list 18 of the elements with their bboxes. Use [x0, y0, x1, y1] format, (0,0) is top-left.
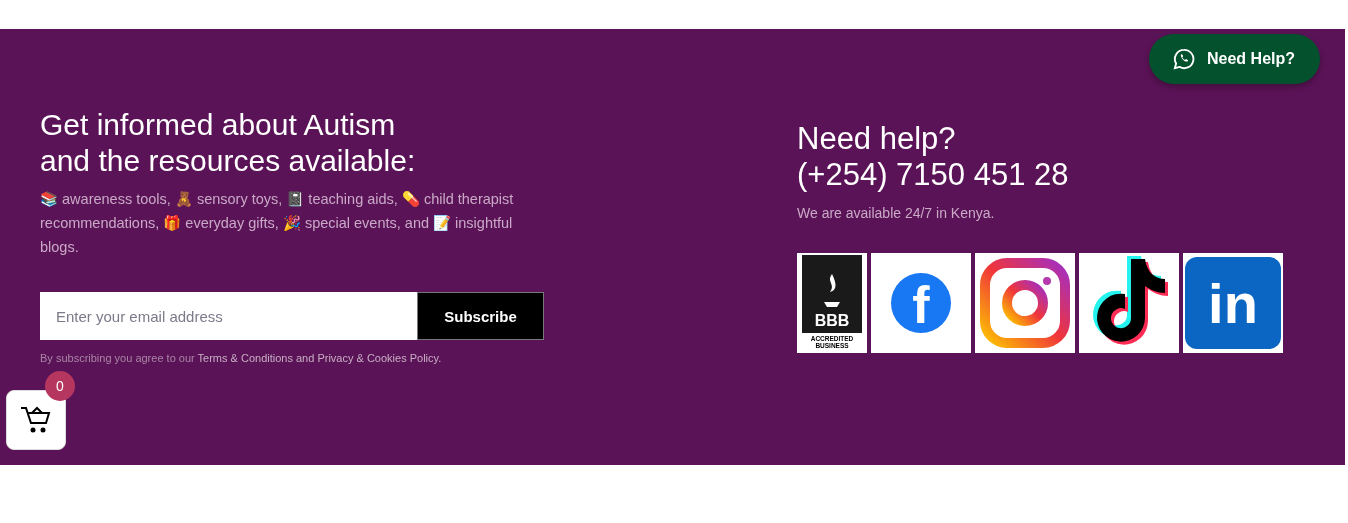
- consent-text: By subscribing you agree to our Terms & Conditions and Privacy & Cookies Policy.: [40, 352, 443, 364]
- policy-link[interactable]: Terms & Conditions and Privacy & Cookies Policy.: [197, 352, 442, 364]
- availability-text: We are available 24/7 in Kenya.: [797, 205, 996, 221]
- help-heading: Need help?: [797, 121, 957, 157]
- phone-number: (+254) 7150 451 28: [797, 157, 1070, 193]
- facebook-link[interactable]: f: [871, 253, 971, 353]
- facebook-logo: f: [891, 273, 951, 333]
- newsletter-description: 📚 awareness tools, 🧸 sensory toys, 📓 teaching aids, 💊 child therapist recommendations, 🎁 everyday gifts, 🎉 special events, and 📝 insightful blogs.: [40, 190, 515, 257]
- camera-icon: [979, 257, 1071, 349]
- chat-phone-icon: [1173, 48, 1195, 70]
- logo-text: BBB: [814, 312, 850, 330]
- newsletter-heading: Get informed about Autism and the resources available:: [40, 107, 417, 179]
- subscribe-button[interactable]: Subscribe: [417, 292, 544, 340]
- help-button[interactable]: Need Help?: [1149, 34, 1320, 84]
- tiktok-link[interactable]: [1079, 253, 1179, 353]
- email-field[interactable]: Enter your email address: [40, 292, 417, 340]
- cart-button[interactable]: [6, 390, 66, 450]
- instagram-link[interactable]: [975, 253, 1075, 353]
